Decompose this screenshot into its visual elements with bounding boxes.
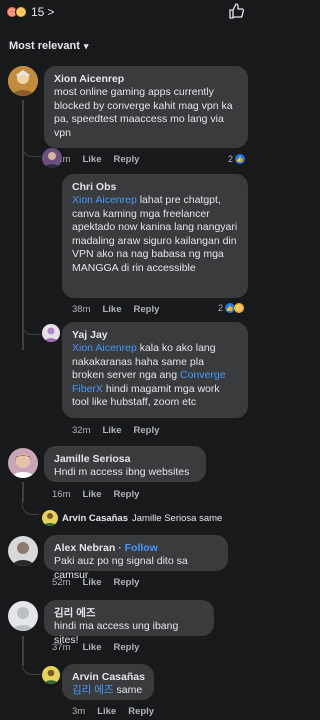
- avatar[interactable]: [8, 66, 38, 96]
- reply-button[interactable]: Reply: [134, 304, 160, 315]
- thread-connector: [22, 660, 41, 675]
- comment-text: Hndi m access ibng websites: [54, 466, 190, 478]
- comment-bubble: Arvin Casañas 김리 에즈 same: [62, 664, 154, 700]
- comment-author[interactable]: Arvin Casañas: [72, 670, 145, 684]
- comment-bubble: Alex Nebran · Follow Paki auz po ng sign…: [44, 535, 228, 581]
- comment-text: Xion Aicenrep lahat pre chatgpt, canva k…: [72, 194, 238, 276]
- comment-reactions[interactable]: 2 👍: [228, 154, 246, 164]
- separator-dot: ·: [118, 542, 122, 554]
- comment-author[interactable]: 김리 에즈: [54, 606, 204, 620]
- thread-connector: [22, 140, 41, 157]
- thread-line: [22, 100, 24, 350]
- comment-actions: 37m Like Reply: [52, 642, 139, 653]
- comment-actions: 32m Like Reply: [72, 425, 159, 436]
- comment-actions: 42m Like Reply: [52, 154, 139, 165]
- reply-button[interactable]: Reply: [114, 154, 140, 165]
- reply-button[interactable]: Reply: [114, 642, 140, 653]
- comment-time: 3m: [72, 706, 86, 717]
- comment-time: 16m: [52, 489, 71, 500]
- like-button[interactable]: Like: [82, 154, 101, 165]
- comment-actions: 38m Like Reply: [72, 304, 159, 315]
- thread-connector: [22, 500, 39, 515]
- avatar[interactable]: [42, 324, 60, 342]
- avatar[interactable]: [8, 448, 38, 478]
- sort-label: Most relevant: [9, 40, 80, 52]
- avatar[interactable]: [8, 536, 38, 566]
- comment-actions: 3m Like Reply: [72, 706, 154, 717]
- avatar[interactable]: [42, 666, 60, 684]
- comment-author[interactable]: Jamille Seriosa: [54, 452, 196, 466]
- thread-line: [22, 482, 24, 502]
- chevron-right-icon: >: [47, 5, 55, 19]
- like-reaction-icon: 👍: [235, 154, 246, 164]
- reply-button[interactable]: Reply: [114, 577, 140, 588]
- comment-bubble: 김리 에즈 hindi ma access ung ibang sites!: [44, 600, 214, 646]
- sad-reaction-icon: ☹: [15, 6, 27, 18]
- reaction-count: 2: [218, 303, 224, 313]
- comment-time: 52m: [52, 577, 71, 588]
- comment-author[interactable]: Xion Aicenrep: [54, 72, 238, 86]
- comment-author-row: Alex Nebran · Follow: [54, 541, 218, 555]
- comment-time: 38m: [72, 304, 91, 315]
- comment-text: 김리 에즈 same: [72, 684, 144, 698]
- comment-text: most online gaming apps currently blocke…: [54, 86, 233, 139]
- comment-actions: 16m Like Reply: [52, 489, 139, 500]
- like-icon[interactable]: [228, 3, 244, 19]
- avatar: [42, 510, 58, 526]
- follow-button[interactable]: Follow: [125, 542, 158, 554]
- comment-bubble: Xion Aicenrep most online gaming apps cu…: [44, 66, 248, 148]
- comment-bubble: Chri Obs Xion Aicenrep lahat pre chatgpt…: [62, 174, 248, 298]
- comment-text: Xion Aicenrep kala ko ako lang nakakaran…: [72, 342, 238, 410]
- comment-bubble: Yaj Jay Xion Aicenrep kala ko ako lang n…: [62, 322, 248, 418]
- reply-author: Arvin Casañas: [62, 512, 129, 524]
- reaction-count: 2: [228, 154, 234, 164]
- avatar[interactable]: [42, 148, 62, 168]
- comment-author[interactable]: Chri Obs: [72, 180, 238, 194]
- comment-time: 37m: [52, 642, 71, 653]
- mention-link[interactable]: 김리 에즈: [72, 684, 114, 696]
- comment-reactions[interactable]: 2 👍 ☹: [218, 303, 245, 313]
- reply-preview[interactable]: Arvin Casañas Jamille Seriosa same: [42, 510, 222, 526]
- like-button[interactable]: Like: [102, 304, 121, 315]
- like-button[interactable]: Like: [82, 489, 101, 500]
- reply-preview-text: Jamille Seriosa same: [132, 512, 223, 524]
- reply-button[interactable]: Reply: [114, 489, 140, 500]
- comment-time: 32m: [72, 425, 91, 436]
- mention-link[interactable]: Xion Aicenrep: [72, 342, 137, 354]
- comment-actions: 52m Like Reply: [52, 577, 139, 588]
- top-bar: ☹ ☹ 15 >: [0, 0, 258, 24]
- thread-connector: [22, 318, 41, 335]
- reply-button[interactable]: Reply: [128, 706, 154, 717]
- comment-author[interactable]: Alex Nebran: [54, 542, 115, 554]
- like-button[interactable]: Like: [102, 425, 121, 436]
- reaction-summary[interactable]: ☹ ☹ 15 >: [6, 5, 54, 19]
- comment-text-content: same: [113, 684, 143, 696]
- reaction-count: 15: [31, 5, 45, 19]
- like-button[interactable]: Like: [82, 642, 101, 653]
- mention-link[interactable]: Xion Aicenrep: [72, 194, 137, 206]
- like-button[interactable]: Like: [82, 577, 101, 588]
- reply-button[interactable]: Reply: [134, 425, 160, 436]
- comment-author[interactable]: Yaj Jay: [72, 328, 238, 342]
- avatar[interactable]: [8, 601, 38, 631]
- sort-selector[interactable]: Most relevant ▾: [9, 40, 88, 52]
- comment-bubble: Jamille Seriosa Hndi m access ibng websi…: [44, 446, 206, 482]
- chevron-down-icon: ▾: [83, 40, 89, 51]
- sad-reaction-icon: ☹: [234, 303, 245, 313]
- like-button[interactable]: Like: [97, 706, 116, 717]
